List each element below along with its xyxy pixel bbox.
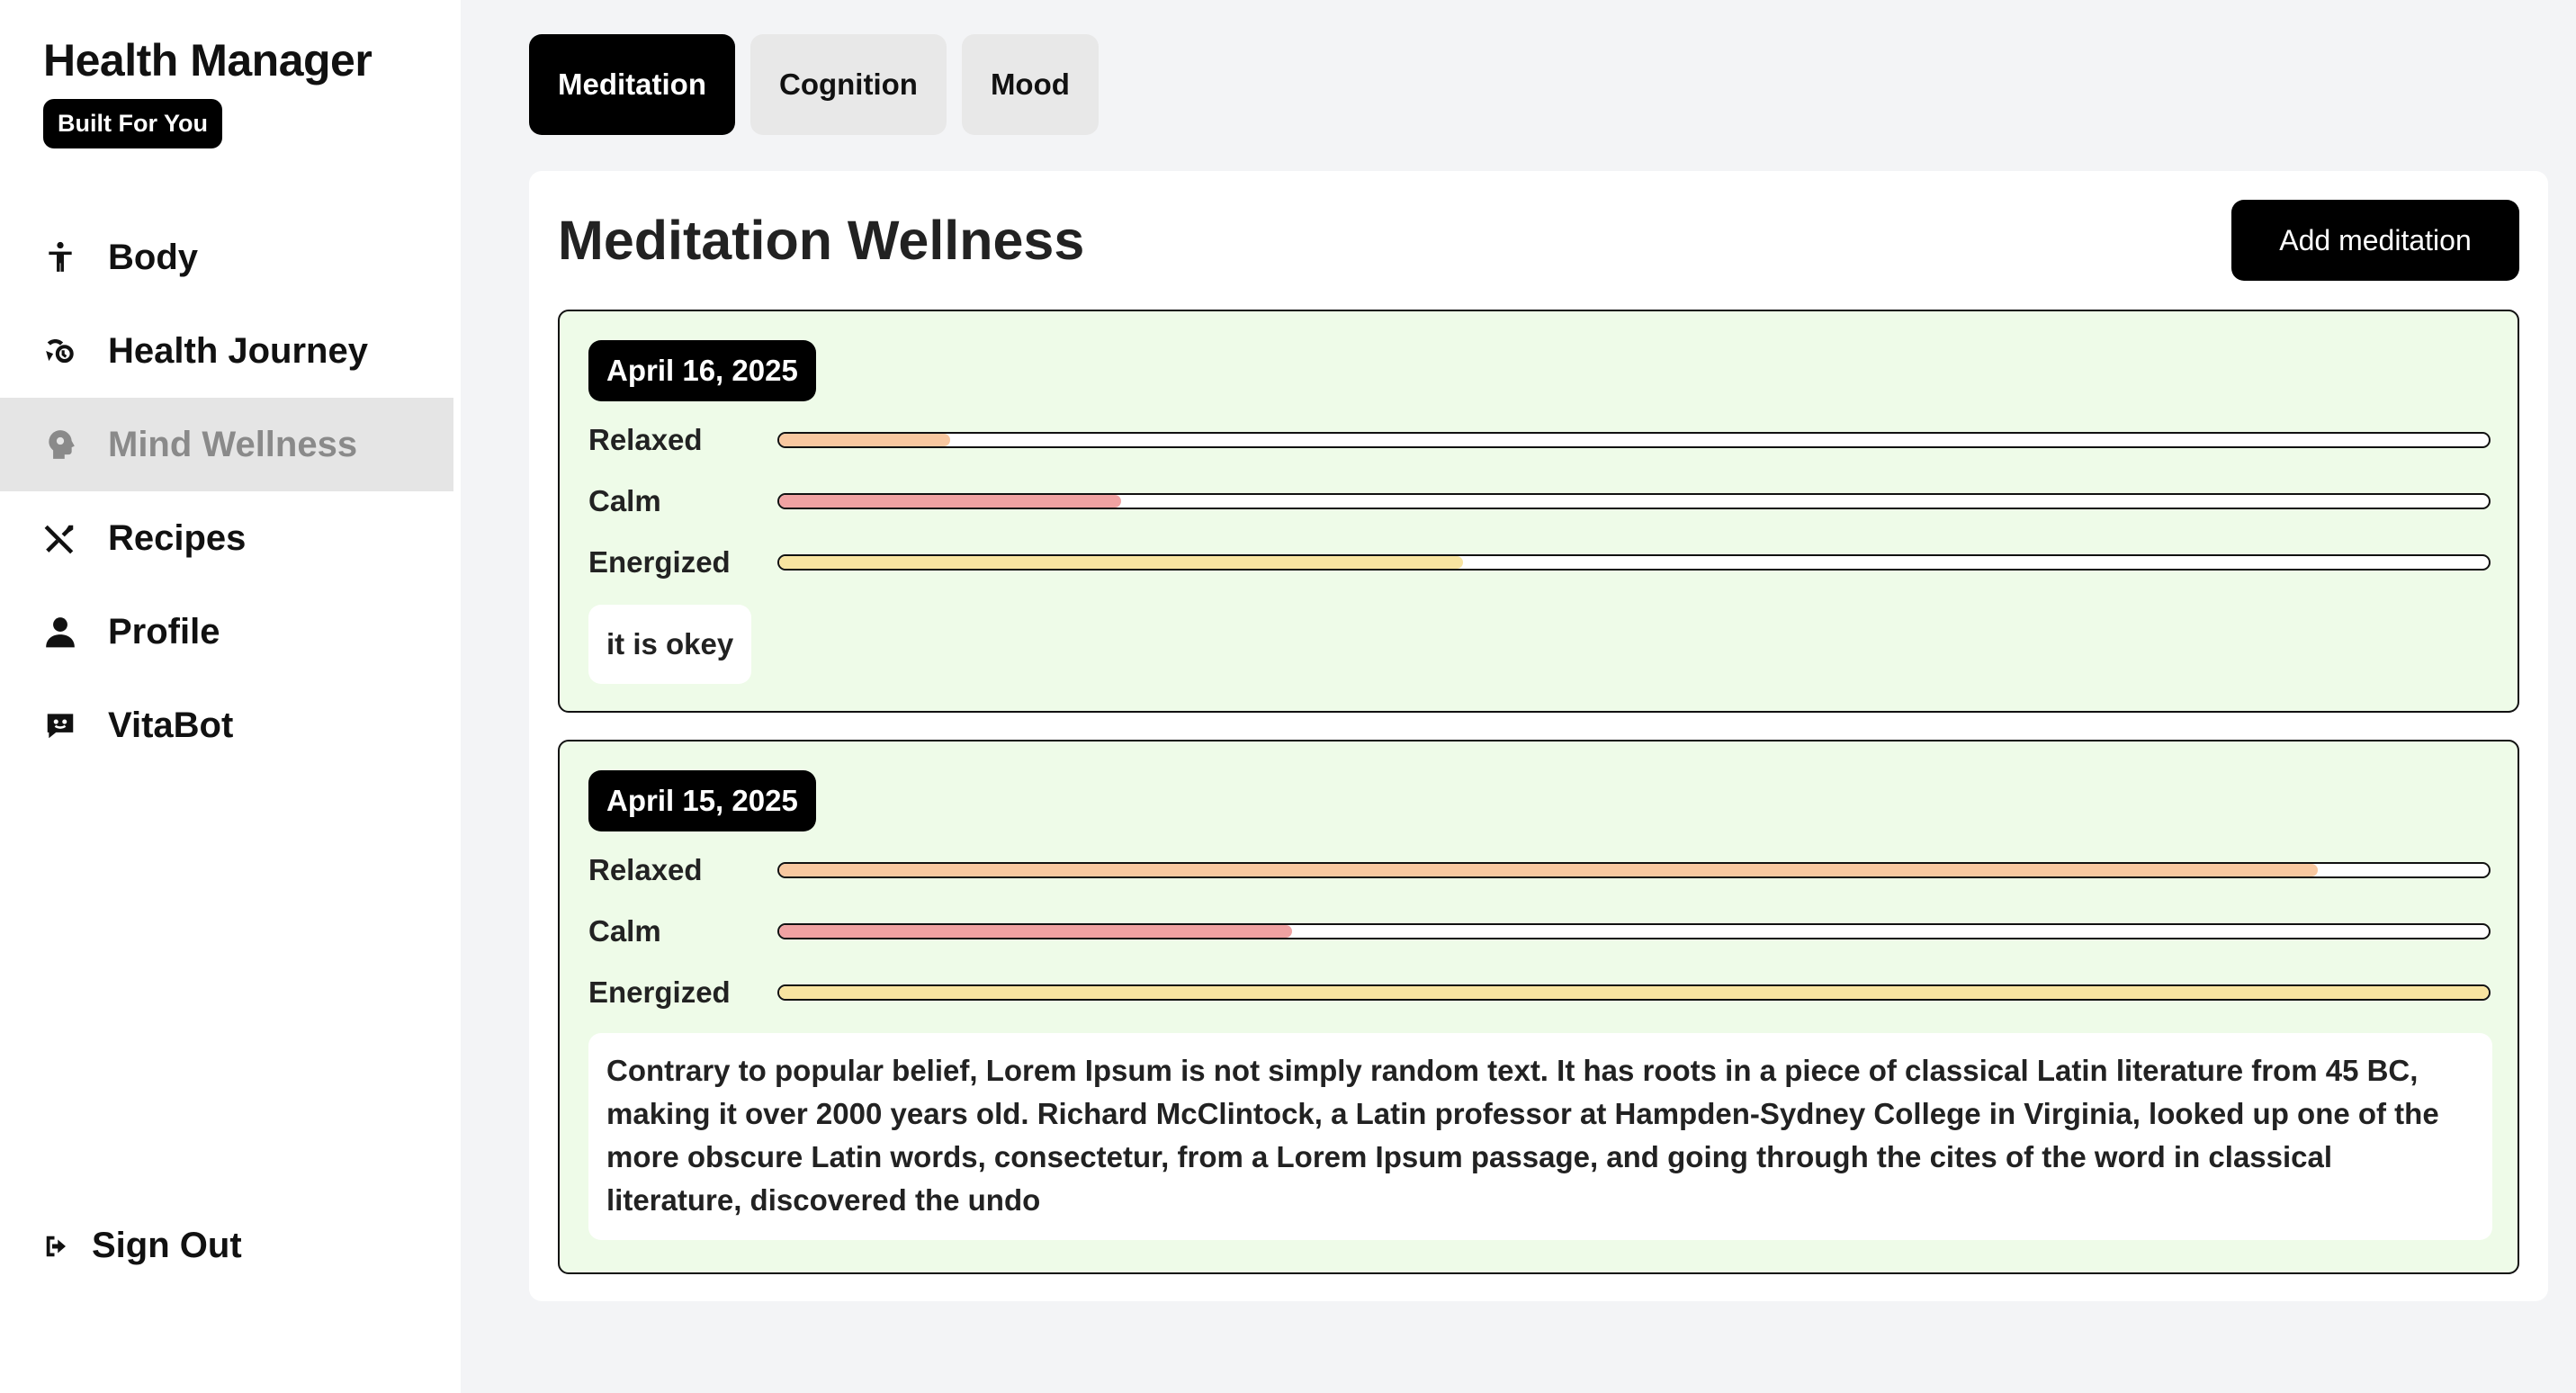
meditation-entry: April 16, 2025 Relaxed Calm Energized it… <box>558 310 2519 713</box>
app-title: Health Manager <box>43 35 372 85</box>
sidebar-item-health-journey[interactable]: Health Journey <box>0 304 453 398</box>
sidebar-item-body[interactable]: Body <box>0 211 453 304</box>
sidebar-nav: Body Health Journey Mind Wellness Recipe… <box>0 211 453 772</box>
tagline-badge: Built For You <box>43 99 222 148</box>
entry-note: it is okey <box>588 605 752 684</box>
sidebar-item-recipes[interactable]: Recipes <box>0 491 453 585</box>
user-icon <box>43 615 77 649</box>
sidebar-item-mind-wellness[interactable]: Mind Wellness <box>0 398 453 491</box>
calm-bar-fill <box>779 495 1121 508</box>
page-title: Meditation Wellness <box>558 210 1085 271</box>
metric-calm: Calm <box>588 479 2492 524</box>
metric-relaxed: Relaxed <box>588 848 2492 893</box>
relaxed-bar-fill <box>779 434 950 446</box>
metric-label: Energized <box>588 545 731 579</box>
entry-note: Contrary to popular belief, Lorem Ipsum … <box>588 1033 2492 1240</box>
metric-label: Energized <box>588 975 731 1009</box>
calm-bar <box>777 493 2491 509</box>
journey-icon <box>43 334 77 368</box>
relaxed-bar-fill <box>779 864 2318 876</box>
tab-meditation[interactable]: Meditation <box>529 34 735 135</box>
main-content: Meditation Cognition Mood Meditation Wel… <box>461 0 2576 1393</box>
brand: Health Manager Built For You <box>43 34 372 148</box>
metric-energized: Energized <box>588 970 2492 1015</box>
app: Health Manager Built For You Body Health… <box>0 0 2576 1393</box>
sidebar-item-label: Mind Wellness <box>108 424 358 464</box>
entry-date: April 16, 2025 <box>588 340 816 401</box>
calm-bar-fill <box>779 925 1292 938</box>
sidebar-item-label: Health Journey <box>108 330 368 371</box>
energized-bar-fill <box>779 556 1463 569</box>
entry-date: April 15, 2025 <box>588 770 816 831</box>
tab-bar: Meditation Cognition Mood <box>529 34 1099 135</box>
metric-calm: Calm <box>588 909 2492 954</box>
relaxed-bar <box>777 432 2491 448</box>
meditation-entry: April 15, 2025 Relaxed Calm Energized Co… <box>558 740 2519 1274</box>
sign-out-button[interactable]: Sign Out <box>43 1226 242 1266</box>
tab-mood[interactable]: Mood <box>961 34 1099 135</box>
energized-bar <box>777 554 2491 571</box>
sign-out-icon <box>43 1233 70 1260</box>
sidebar-item-label: Body <box>108 237 198 277</box>
person-icon <box>43 240 77 274</box>
sidebar: Health Manager Built For You Body Health… <box>0 0 461 1393</box>
add-meditation-button[interactable]: Add meditation <box>2231 200 2519 281</box>
brain-icon <box>43 427 77 462</box>
metric-energized: Energized <box>588 540 2492 585</box>
sidebar-item-label: Profile <box>108 611 220 652</box>
tab-cognition[interactable]: Cognition <box>749 34 947 135</box>
metric-label: Relaxed <box>588 423 703 456</box>
relaxed-bar <box>777 862 2491 878</box>
calm-bar <box>777 923 2491 939</box>
energized-bar <box>777 984 2491 1001</box>
chatbot-icon <box>43 708 77 742</box>
utensils-icon <box>43 521 77 555</box>
metric-label: Calm <box>588 484 661 517</box>
sign-out-label: Sign Out <box>92 1226 242 1265</box>
sidebar-item-label: Recipes <box>108 517 247 558</box>
metric-relaxed: Relaxed <box>588 418 2492 463</box>
energized-bar-fill <box>779 986 2489 999</box>
sidebar-item-label: VitaBot <box>108 705 234 745</box>
sidebar-item-vitabot[interactable]: VitaBot <box>0 679 453 772</box>
meditation-panel: Meditation Wellness Add meditation April… <box>529 171 2548 1301</box>
sidebar-item-profile[interactable]: Profile <box>0 585 453 679</box>
metric-label: Calm <box>588 914 661 948</box>
metric-label: Relaxed <box>588 853 703 886</box>
